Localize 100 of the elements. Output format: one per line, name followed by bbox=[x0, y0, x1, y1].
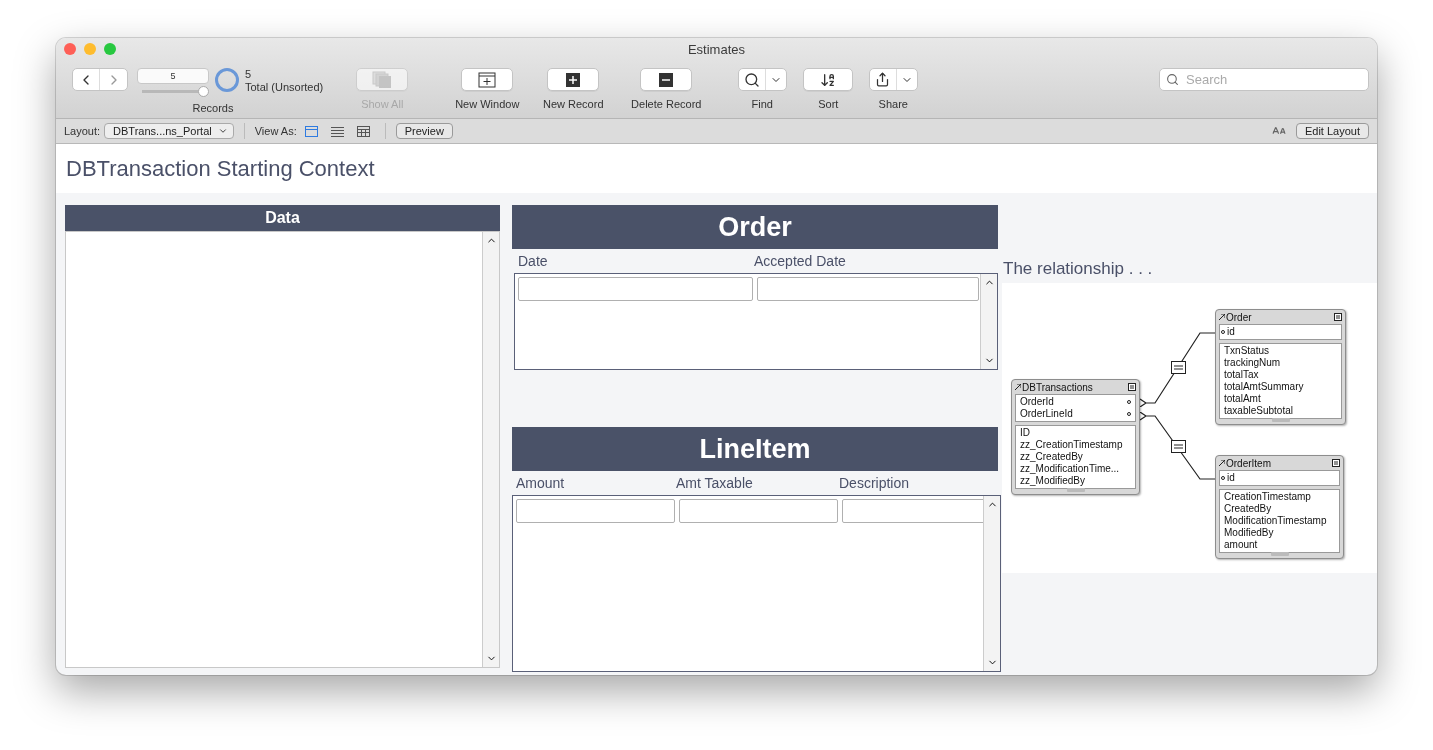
field-name: ModificationTimestamp bbox=[1224, 515, 1328, 527]
search-field[interactable]: Search bbox=[1159, 68, 1369, 91]
plus-square-icon bbox=[566, 72, 581, 87]
preview-button[interactable]: Preview bbox=[395, 123, 453, 139]
table-name: DBTransactions bbox=[1022, 381, 1094, 393]
show-all-button[interactable] bbox=[356, 68, 409, 91]
field-name: taxableSubtotal bbox=[1224, 405, 1294, 417]
share-button[interactable] bbox=[868, 68, 918, 91]
toolbar-label: Sort bbox=[818, 98, 839, 110]
view-as-label: View As: bbox=[254, 125, 297, 137]
field-name: totalAmtSummary bbox=[1224, 381, 1305, 393]
arrow-icon bbox=[1015, 384, 1021, 390]
delete-record-button[interactable] bbox=[640, 68, 693, 91]
arrow-icon bbox=[1219, 314, 1225, 320]
arrow-icon bbox=[1219, 460, 1225, 466]
page-title: DBTransaction Starting Context bbox=[66, 155, 375, 182]
record-number-field[interactable]: 5 bbox=[137, 68, 209, 84]
search-icon bbox=[743, 71, 760, 88]
collapse-icon bbox=[1332, 459, 1340, 467]
close-icon[interactable] bbox=[64, 43, 76, 55]
toolbar-label: Records bbox=[192, 102, 234, 114]
window-plus-icon bbox=[478, 71, 497, 88]
field-name: trackingNum bbox=[1224, 357, 1282, 369]
input-field[interactable] bbox=[516, 499, 675, 523]
collapse-icon bbox=[1128, 383, 1136, 391]
form-view-icon bbox=[305, 125, 319, 137]
field-name: totalAmt bbox=[1224, 393, 1262, 405]
table-name: OrderItem bbox=[1226, 457, 1272, 469]
layout-label: Layout: bbox=[64, 125, 101, 137]
column-label: Accepted Date bbox=[753, 253, 847, 269]
resize-handle[interactable] bbox=[1271, 418, 1290, 422]
layout-dropdown[interactable]: DBTrans...ns_Portal bbox=[104, 123, 234, 139]
caret-icon bbox=[217, 126, 228, 136]
column-label: Description bbox=[838, 475, 911, 491]
equals-icon bbox=[1171, 361, 1186, 374]
field-name: zz_CreatedBy bbox=[1020, 451, 1084, 463]
sort-icon bbox=[820, 71, 837, 88]
key-dot-icon bbox=[1127, 400, 1131, 404]
column-label: Date bbox=[517, 253, 549, 269]
field-name: id bbox=[1227, 326, 1235, 338]
resize-handle[interactable] bbox=[1066, 488, 1085, 492]
collapse-icon bbox=[1334, 313, 1342, 321]
resize-handle[interactable] bbox=[1270, 552, 1289, 556]
toolbar-label: New Record bbox=[543, 98, 604, 110]
portal-header: LineItem bbox=[512, 427, 998, 471]
field-name: zz_ModifiedBy bbox=[1020, 475, 1087, 487]
field-name: id bbox=[1227, 472, 1235, 484]
field-name: amount bbox=[1224, 539, 1259, 551]
portal-header: Order bbox=[512, 205, 998, 249]
key-dot-icon bbox=[1221, 330, 1225, 334]
new-window-button[interactable] bbox=[461, 68, 514, 91]
field-name: ID bbox=[1020, 427, 1031, 439]
table-occurrence[interactable]: Order id TxnStatus trackingNum totalTax totalAmtSummary totalAmt taxableSubtotal bbox=[1215, 309, 1346, 425]
scrollbar[interactable] bbox=[983, 496, 1000, 671]
stacked-pages-icon bbox=[372, 70, 393, 89]
table-view-icon bbox=[357, 125, 371, 137]
field-name: OrderLineId bbox=[1020, 408, 1074, 420]
field-name: OrderId bbox=[1020, 396, 1055, 408]
panel-header: Data bbox=[65, 205, 500, 231]
field-name: totalTax bbox=[1224, 369, 1260, 381]
input-field[interactable] bbox=[679, 499, 838, 523]
table-occurrence[interactable]: DBTransactions OrderId OrderLineId ID zz_CreationTimestamp zz_CreatedBy zz_ModificationTime... zz_ModifiedBy bbox=[1011, 379, 1140, 495]
minimize-icon[interactable] bbox=[84, 43, 96, 55]
input-field[interactable] bbox=[842, 499, 983, 523]
field-name: CreatedBy bbox=[1224, 503, 1273, 515]
list-view-icon bbox=[331, 125, 345, 137]
key-dot-icon bbox=[1221, 476, 1225, 480]
field-name: ModifiedBy bbox=[1224, 527, 1275, 539]
window-title: Estimates bbox=[687, 41, 746, 57]
scrollbar[interactable] bbox=[980, 274, 997, 369]
key-dot-icon bbox=[1127, 412, 1131, 416]
toolbar-label: Find bbox=[751, 98, 773, 110]
progress-ring-icon bbox=[215, 68, 239, 92]
input-field[interactable] bbox=[757, 277, 979, 301]
slider-thumb[interactable] bbox=[198, 86, 209, 97]
navigation-button[interactable] bbox=[72, 68, 128, 91]
sort-button[interactable] bbox=[803, 68, 854, 91]
input-field[interactable] bbox=[518, 277, 753, 301]
field-name: zz_ModificationTime... bbox=[1020, 463, 1121, 475]
new-record-button[interactable] bbox=[547, 68, 600, 91]
minus-square-icon bbox=[659, 72, 674, 87]
search-icon bbox=[1166, 73, 1179, 86]
find-button[interactable] bbox=[737, 68, 787, 91]
edit-layout-button[interactable]: Edit Layout bbox=[1295, 123, 1369, 139]
diagram-caption: The relationship . . . bbox=[1002, 259, 1154, 279]
column-label: Amt Taxable bbox=[675, 475, 754, 491]
found-status: Total (Unsorted) bbox=[245, 81, 324, 94]
share-icon bbox=[875, 72, 891, 87]
column-label: Amount bbox=[515, 475, 566, 491]
zoom-icon[interactable] bbox=[104, 43, 116, 55]
field-name: TxnStatus bbox=[1224, 345, 1271, 357]
equals-icon bbox=[1171, 440, 1186, 453]
found-count: 5 bbox=[245, 68, 253, 81]
table-name: Order bbox=[1226, 311, 1253, 323]
field-name: zz_CreationTimestamp bbox=[1020, 439, 1124, 451]
toolbar-label: Delete Record bbox=[631, 98, 702, 110]
toolbar-label: Share bbox=[878, 98, 908, 110]
field-name: CreationTimestamp bbox=[1224, 491, 1312, 503]
table-occurrence[interactable]: OrderItem id CreationTimestamp CreatedBy ModificationTimestamp ModifiedBy amount bbox=[1215, 455, 1344, 559]
scrollbar[interactable] bbox=[482, 232, 499, 667]
